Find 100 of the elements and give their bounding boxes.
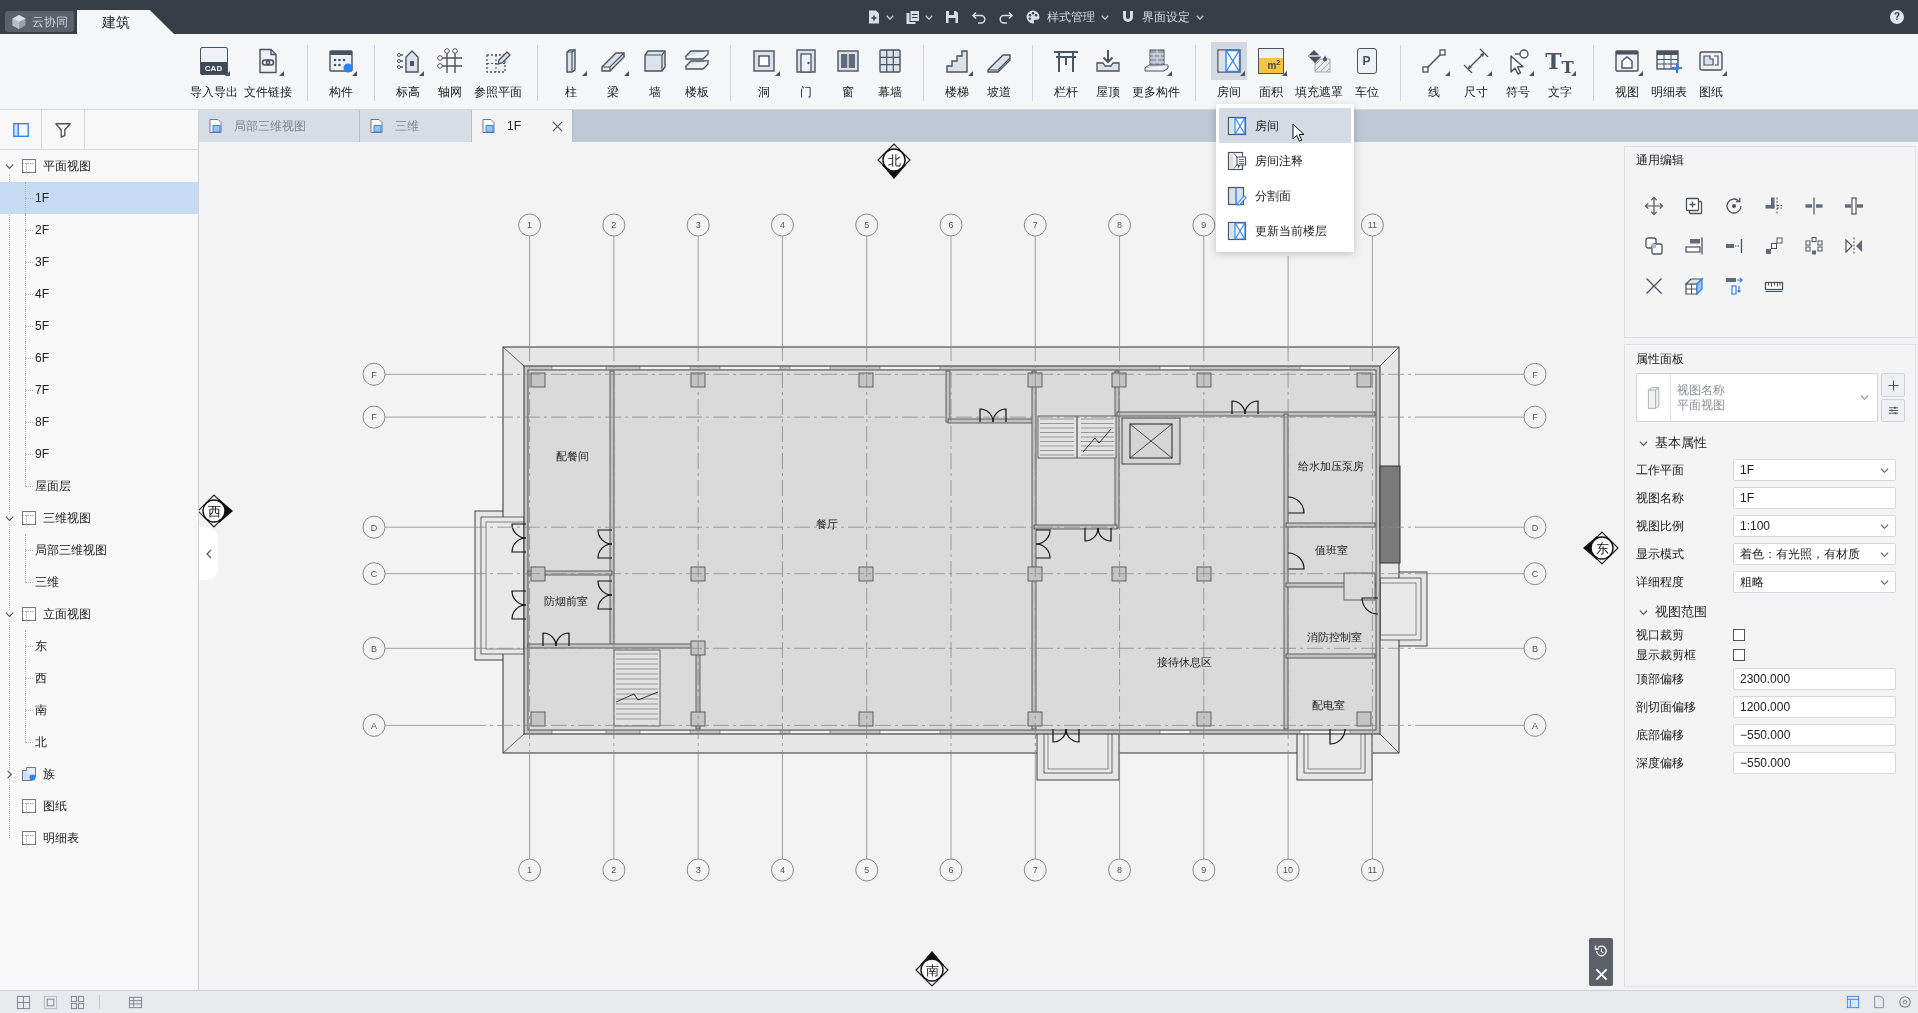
interface-settings-button[interactable]: 界面设定 [1120,9,1204,25]
undo-icon[interactable] [971,9,987,25]
stair-button[interactable]: 楼梯 [935,42,978,100]
menu-item[interactable]: 房间注释 [1219,143,1351,178]
checkbox[interactable] [1733,649,1745,661]
type-selector[interactable]: 视图名称 平面视图 [1636,373,1878,422]
parking-button[interactable]: P 车位 [1345,42,1388,100]
cloud-collab-button[interactable]: 云协同 [5,11,74,32]
dropdown-corner-icon[interactable] [1281,71,1287,76]
schedule-button[interactable]: 明细表 [1647,42,1690,100]
dropdown-corner-icon[interactable] [1637,71,1643,76]
tree-item[interactable]: 2F [0,214,198,246]
four-pane-icon[interactable] [70,994,85,1010]
symbol-button[interactable]: 符号 [1496,42,1539,100]
sidebar-icon[interactable] [11,120,30,139]
save-icon[interactable] [944,9,960,25]
square-ring-icon[interactable] [1804,236,1824,256]
floor-button[interactable]: 楼板 [675,42,718,100]
menu-item[interactable]: 分割面 [1219,178,1351,213]
tree-item[interactable]: 平面视图 [0,150,198,182]
tree-item[interactable]: 立面视图 [0,598,198,630]
help-button[interactable]: ? [1890,10,1904,24]
close-icon[interactable] [552,120,563,132]
select-field[interactable]: 1:100 [1733,515,1896,537]
chevron-down-icon[interactable] [1639,438,1648,448]
type-settings-button[interactable] [1881,399,1905,422]
tree-item[interactable]: 局部三维视图 [0,534,198,566]
more-components-button[interactable]: 更多构件 [1128,42,1183,100]
chevron-down-icon[interactable] [5,161,14,171]
tree-item[interactable]: 6F [0,342,198,374]
tree-item[interactable]: 族 [0,758,198,790]
tree-item[interactable]: 三维视图 [0,502,198,534]
roof-button[interactable]: 屋顶 [1086,42,1129,100]
dropdown-corner-icon[interactable] [1528,71,1534,76]
stacked-squares-plus-icon[interactable] [1684,196,1704,216]
component-button[interactable]: 构件 [319,42,362,100]
sheet-button[interactable]: 图纸 [1689,42,1732,100]
text-field[interactable]: −550.000 [1733,752,1896,774]
bars-divider-icon[interactable] [1804,196,1824,216]
grid-button[interactable]: 轴网 [428,42,471,100]
tree-item[interactable]: 屋面层 [0,470,198,502]
tree-item[interactable]: 5F [0,310,198,342]
circular-arrow-icon[interactable] [1724,196,1744,216]
dropdown-corner-icon[interactable] [1570,71,1576,76]
tree-item[interactable]: 7F [0,374,198,406]
line-button[interactable]: 线 [1412,42,1455,100]
filter-icon[interactable] [54,120,72,139]
tree-item[interactable]: 明细表 [0,822,198,854]
chevron-down-icon[interactable] [5,513,14,523]
clipboard-button[interactable] [905,9,933,25]
bars-arrows-icon[interactable] [1724,276,1744,296]
tree-item[interactable]: 9F [0,438,198,470]
beam-button[interactable]: 梁 [591,42,634,100]
dropdown-corner-icon[interactable] [351,71,357,76]
curtain-wall-button[interactable]: 幕墙 [868,42,911,100]
tree-item[interactable]: 1F [0,182,198,214]
dropdown-corner-icon[interactable] [1486,71,1492,76]
grid-cube-icon[interactable] [1684,276,1704,296]
tree-item[interactable]: 东 [0,630,198,662]
tree-item[interactable]: 图纸 [0,790,198,822]
window-button[interactable]: 窗 [826,42,869,100]
tree-item[interactable]: 4F [0,278,198,310]
dropdown-corner-icon[interactable] [774,71,780,76]
chevron-right-icon[interactable] [5,769,14,779]
tree-item[interactable]: 南 [0,694,198,726]
layout-icon[interactable] [1846,995,1860,1009]
select-field[interactable]: 1F [1733,459,1896,481]
dropdown-corner-icon[interactable] [1444,71,1450,76]
dropdown-corner-icon[interactable] [224,71,230,76]
tree-item[interactable]: 3F [0,246,198,278]
area-button[interactable]: m$^{2}$ 面积 [1249,42,1292,100]
reference-plane-button[interactable]: 参照平面 [470,42,525,100]
style-manager-button[interactable]: 样式管理 [1025,9,1109,25]
file-link-button[interactable]: 文件链接 [240,42,295,100]
bar-dash-line-icon[interactable] [1724,236,1744,256]
menu-item[interactable]: 更新当前楼层 [1219,213,1351,248]
text-field[interactable]: 1F [1733,487,1896,509]
dropdown-corner-icon[interactable] [1239,71,1245,76]
table-icon[interactable] [128,994,143,1010]
tree-item[interactable]: 8F [0,406,198,438]
text-field[interactable]: 1200.000 [1733,696,1896,718]
dimension-button[interactable]: 尺寸 [1454,42,1497,100]
bars-edge-line-icon[interactable] [1684,236,1704,256]
overlap-squares-icon[interactable] [1644,236,1664,256]
ramp-button[interactable]: 坡道 [977,42,1020,100]
text-field[interactable]: 2300.000 [1733,668,1896,690]
fill-mask-button[interactable]: 填充遮罩 [1291,42,1346,100]
railing-button[interactable]: 栏杆 [1044,42,1087,100]
menu-item[interactable]: 房间 [1219,108,1351,143]
dropdown-corner-icon[interactable] [1166,71,1172,76]
clock-arrow-icon[interactable] [1593,942,1609,959]
text-button[interactable]: T$_{T}$ 文字 [1538,42,1581,100]
new-file-button[interactable] [866,9,894,25]
ring-icon[interactable] [1898,995,1912,1009]
column-button[interactable]: 柱 [549,42,592,100]
dropdown-corner-icon[interactable] [623,71,629,76]
chevron-down-icon[interactable] [1639,607,1648,617]
dropdown-corner-icon[interactable] [1721,71,1727,76]
mirrored-triangles-icon[interactable] [1844,236,1864,256]
four-way-arrows-icon[interactable] [1644,196,1664,216]
